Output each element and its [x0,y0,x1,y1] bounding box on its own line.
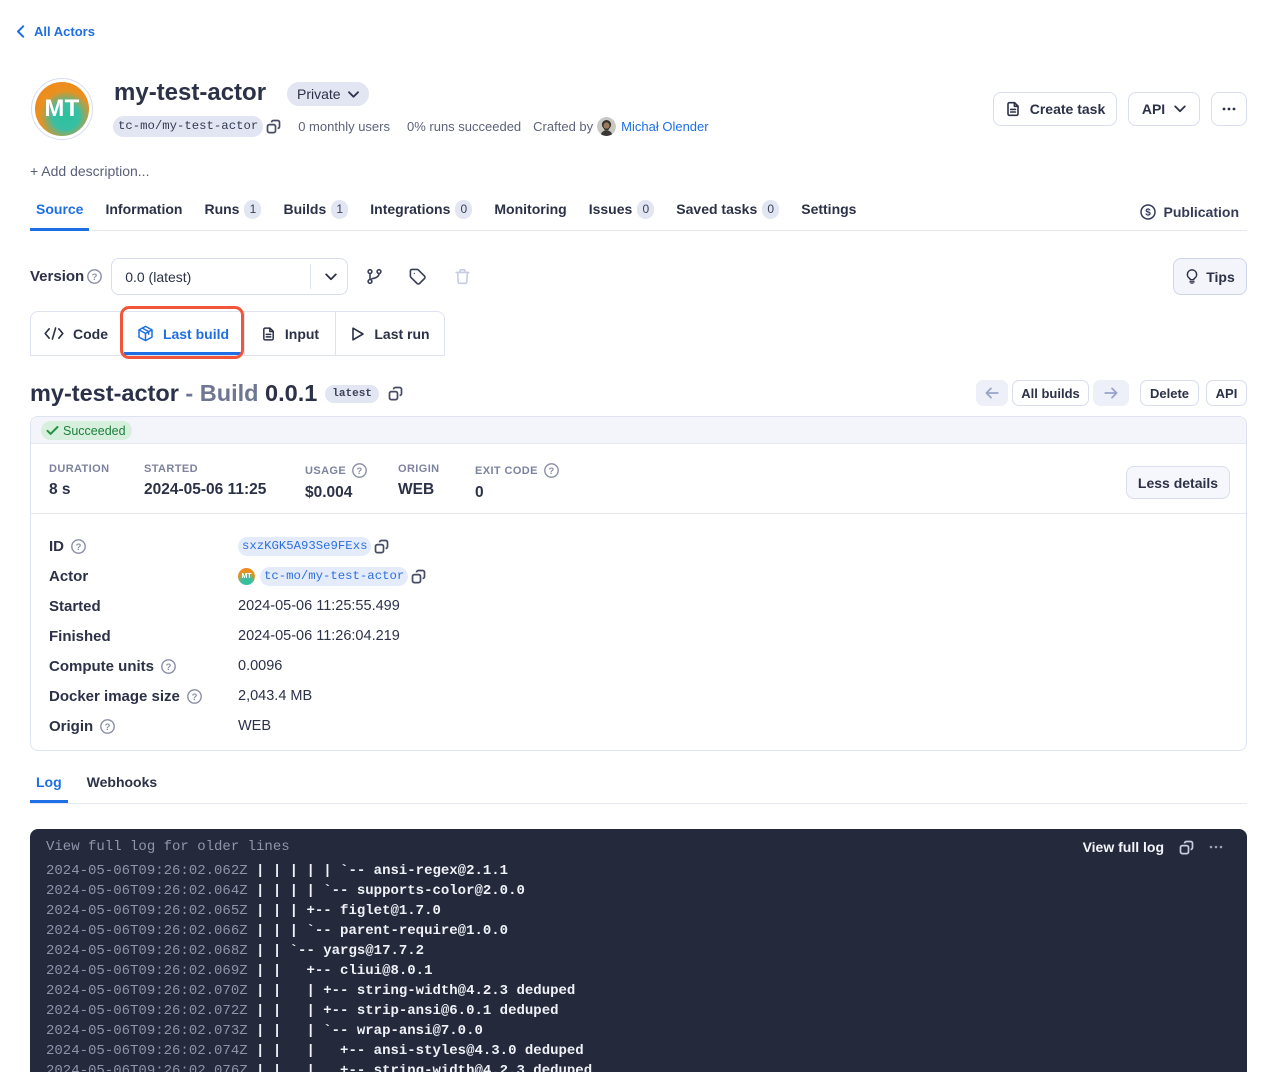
svg-text:?: ? [548,466,554,477]
svg-text:?: ? [192,691,198,702]
svg-text:$: $ [1145,208,1151,219]
svg-text:?: ? [357,466,363,477]
svg-text:?: ? [105,721,111,732]
svg-text:?: ? [76,541,82,552]
svg-text:?: ? [166,661,172,672]
svg-text:?: ? [92,272,98,283]
